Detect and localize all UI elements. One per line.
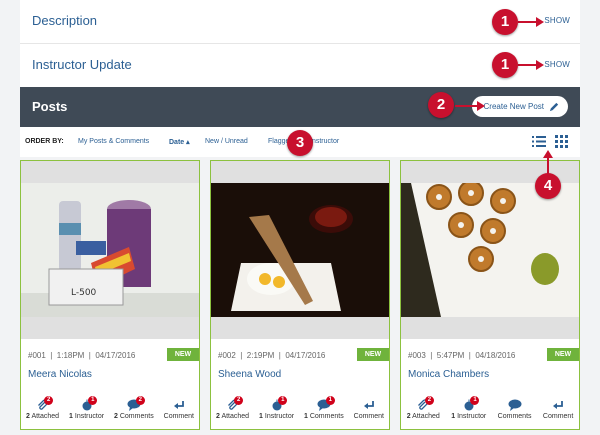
callout-arrow xyxy=(518,17,544,27)
callout-arrow xyxy=(543,150,553,174)
pencil-icon xyxy=(549,102,559,112)
attached-stat[interactable]: 22 Attached xyxy=(216,396,249,420)
post-card[interactable]: #002 | 2:19PM | 04/17/2016 NEW Sheena Wo… xyxy=(210,160,390,430)
order-new-unread[interactable]: New / Unread xyxy=(205,138,248,145)
post-author[interactable]: Monica Chambers xyxy=(408,369,489,380)
description-title: Description xyxy=(32,13,98,28)
post-photo[interactable] xyxy=(211,161,389,339)
post-author[interactable]: Sheena Wood xyxy=(218,369,281,380)
post-card[interactable]: #003 | 5:47PM | 04/18/2016 NEW Monica Ch… xyxy=(400,160,580,430)
attached-stat[interactable]: 22 Attached xyxy=(407,396,440,420)
new-badge: NEW xyxy=(357,348,389,361)
post-meta: #003 | 5:47PM | 04/18/2016 xyxy=(408,351,516,360)
post-stats: 22 Attached 11 Instructor 11 Comments Co… xyxy=(211,396,389,420)
post-photo[interactable]: L-500 xyxy=(21,161,199,339)
callout-4: 4 xyxy=(535,173,561,199)
order-instructor[interactable]: Instructor xyxy=(310,138,339,145)
reply-icon xyxy=(173,401,184,409)
list-view-icon[interactable] xyxy=(532,135,546,148)
callout-arrow xyxy=(455,101,485,111)
comment-stat[interactable]: Comment xyxy=(354,399,384,420)
create-new-post-button[interactable]: Create New Post xyxy=(471,96,568,117)
callout-arrow xyxy=(518,60,544,70)
reply-icon xyxy=(553,401,563,409)
new-badge: NEW xyxy=(547,348,579,361)
order-by-label: ORDER BY: xyxy=(25,138,64,145)
create-new-post-label: Create New Post xyxy=(483,102,544,111)
post-stats: 22 Attached 11 Instructor Comments Comme… xyxy=(401,396,579,420)
post-stats: 22 Attached 11 Instructor 22 Comments Co… xyxy=(21,396,199,420)
posts-header: Posts Create New Post xyxy=(20,87,580,127)
instructor-update-title: Instructor Update xyxy=(32,57,132,72)
instructor-update-show-link[interactable]: SHOW xyxy=(544,60,570,69)
instructor-stat[interactable]: 11 Instructor xyxy=(69,396,104,420)
grid-view-icon[interactable] xyxy=(555,135,569,148)
comments-stat[interactable]: 22 Comments xyxy=(114,396,154,420)
instructor-stat[interactable]: 11 Instructor xyxy=(259,396,294,420)
reply-icon xyxy=(363,401,374,409)
instructor-stat[interactable]: 11 Instructor xyxy=(451,396,486,420)
callout-1: 1 xyxy=(492,52,518,78)
comment-stat[interactable]: Comment xyxy=(164,399,194,420)
callout-3: 3 xyxy=(287,130,313,156)
comment-stat[interactable]: Comment xyxy=(543,399,573,420)
svg-text:L-500: L-500 xyxy=(71,288,97,298)
callout-2: 2 xyxy=(428,92,454,118)
post-meta: #002 | 2:19PM | 04/17/2016 xyxy=(218,351,326,360)
comments-stat[interactable]: 11 Comments xyxy=(304,396,344,420)
new-badge: NEW xyxy=(167,348,199,361)
attached-stat[interactable]: 22 Attached xyxy=(26,396,59,420)
posts-title: Posts xyxy=(32,99,68,114)
comments-icon xyxy=(508,399,522,411)
post-author[interactable]: Meera Nicolas xyxy=(28,369,92,380)
post-card[interactable]: L-500 #001 | 1:18PM | 04/17/2016 NEW Mee… xyxy=(20,160,200,430)
comments-stat[interactable]: Comments xyxy=(498,399,532,420)
description-show-link[interactable]: SHOW xyxy=(544,16,570,25)
post-meta: #001 | 1:18PM | 04/17/2016 xyxy=(28,351,136,360)
order-date[interactable]: Date ▴ xyxy=(169,138,190,146)
order-my-posts[interactable]: My Posts & Comments xyxy=(78,138,149,145)
callout-1: 1 xyxy=(492,9,518,35)
